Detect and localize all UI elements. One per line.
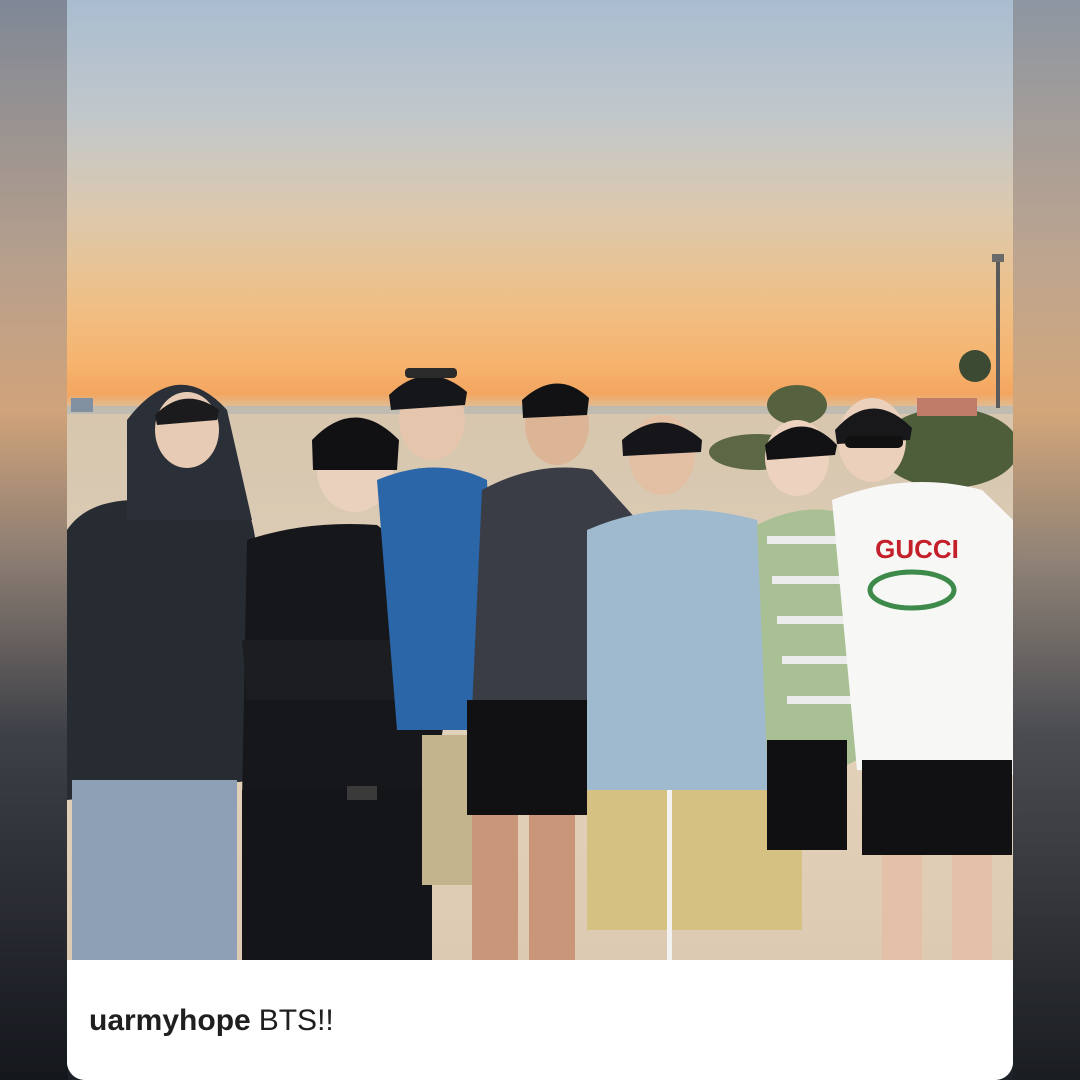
- blurred-background-left: [0, 0, 68, 1080]
- post-photo[interactable]: GUCCI: [67, 0, 1013, 960]
- person-gucci-shirt: [832, 398, 1013, 960]
- tree-small: [767, 385, 827, 425]
- post-caption: uarmyhope BTS!!: [89, 1004, 334, 1038]
- group-photo-image: GUCCI: [67, 254, 1013, 960]
- lamp-head: [992, 254, 1004, 262]
- lifeguard-tower: [71, 398, 93, 412]
- shirt-print-text: GUCCI: [875, 534, 959, 564]
- post-caption-text: BTS!!: [258, 1004, 334, 1037]
- lamp-post: [996, 258, 1000, 408]
- post-username[interactable]: uarmyhope: [89, 1004, 251, 1037]
- caption-bar: uarmyhope BTS!!: [67, 960, 1013, 1080]
- person-hoodie: [67, 384, 261, 960]
- beach-building: [917, 398, 977, 416]
- blurred-background-right: [1013, 0, 1080, 1080]
- palm-tree: [959, 350, 991, 382]
- story-post-card[interactable]: GUCCI uarmyhope BTS!!: [67, 0, 1013, 1080]
